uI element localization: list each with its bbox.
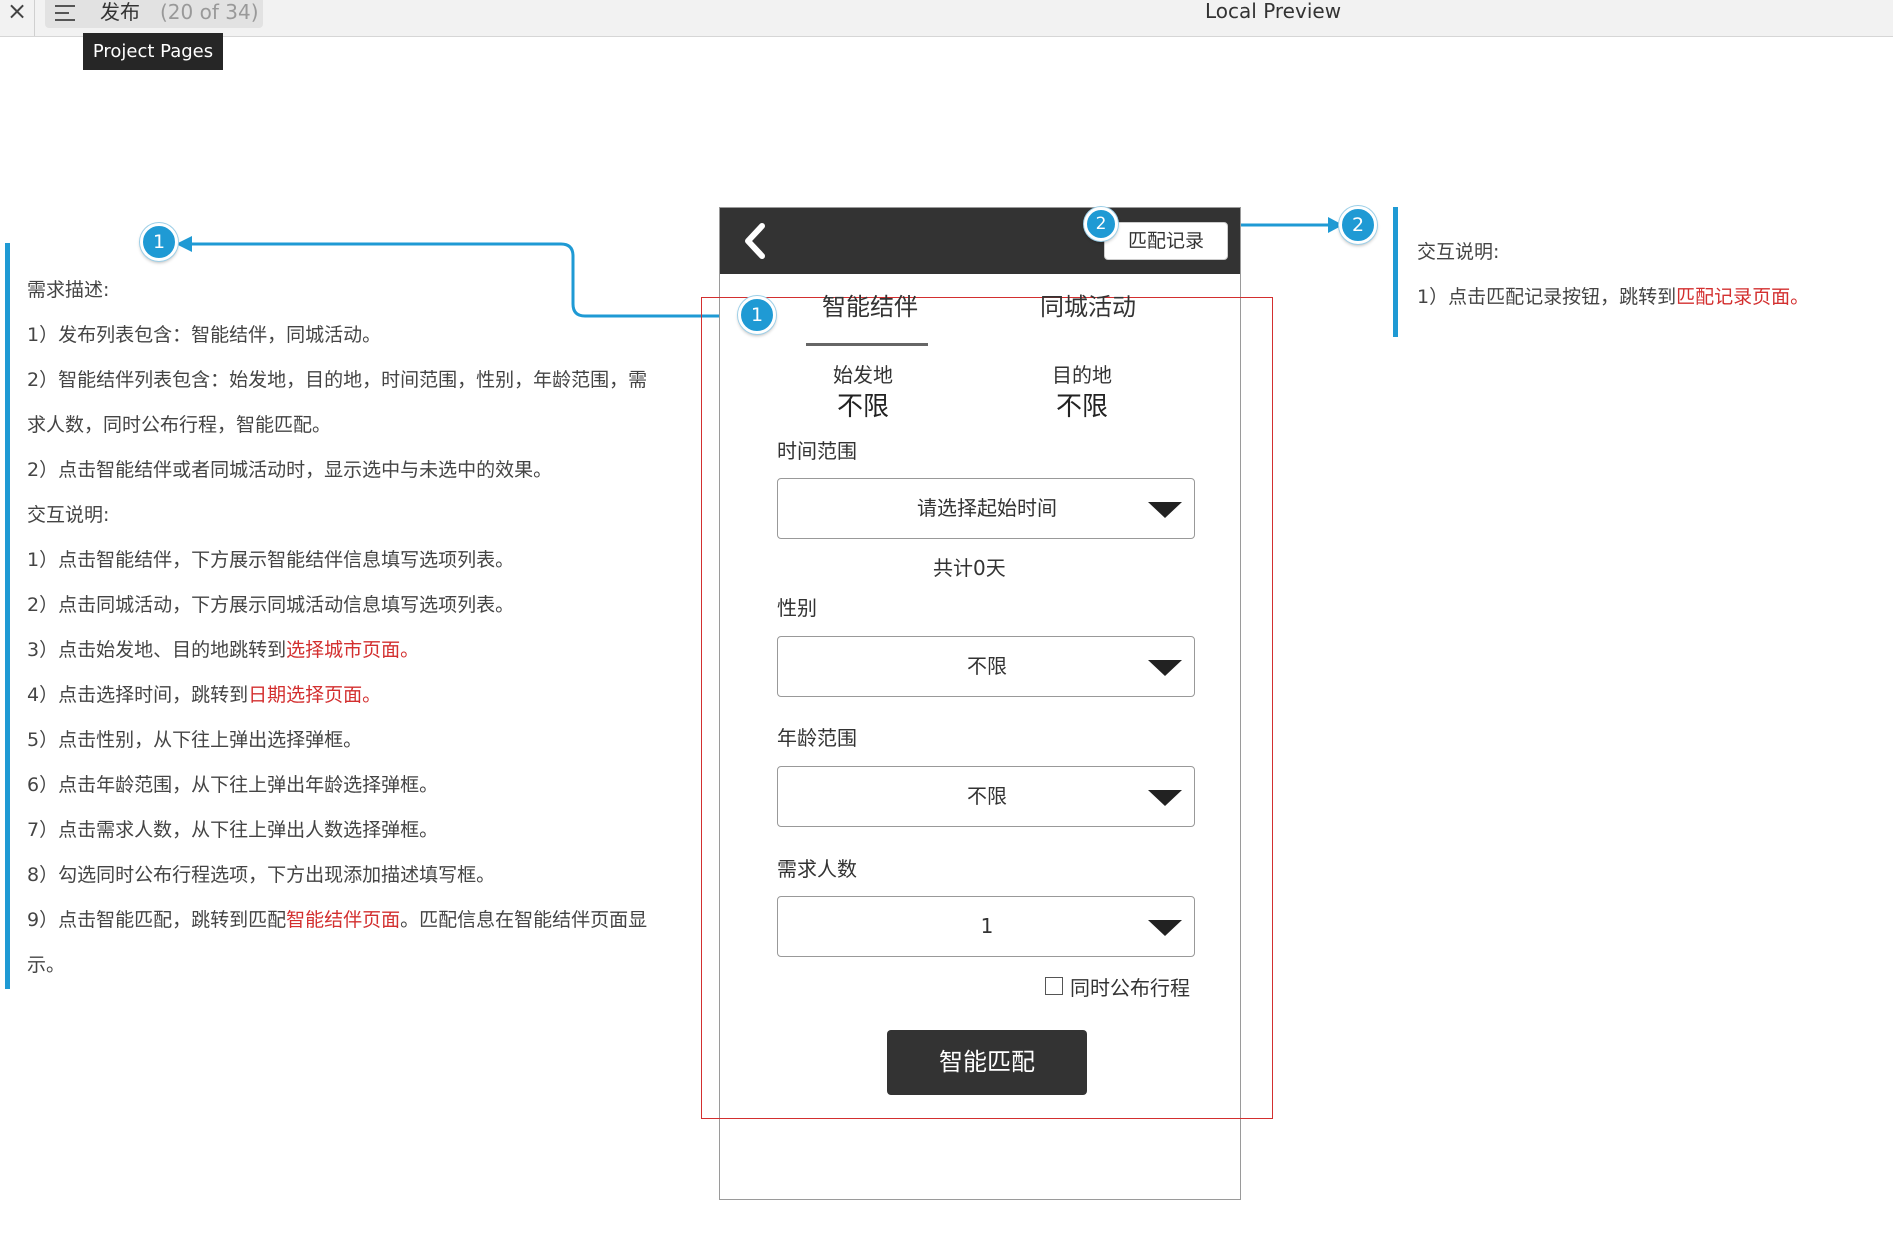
toolbar-divider [34, 0, 35, 36]
left_notes-text: 4）点击选择时间，跳转到 [27, 684, 249, 706]
current-page-name: 发布 [100, 0, 140, 24]
left_notes-text: 2）智能结伴列表包含：始发地，目的地，时间范围，性别，年龄范围，需 [27, 369, 648, 391]
left_notes-line: 7）点击需求人数，从下往上弹出人数选择弹框。 [27, 808, 667, 853]
tab-city-activity[interactable]: 同城活动 [1040, 292, 1136, 322]
left_notes-text: 2）点击智能结伴或者同城活动时，显示选中与未选中的效果。 [27, 459, 553, 481]
project-pages-button[interactable]: 发布 (20 of 34) [45, 0, 263, 28]
gender-label: 性别 [777, 596, 817, 620]
destination-value[interactable]: 不限 [1022, 392, 1142, 422]
left_notes-text: 5）点击性别，从下往上弹出选择弹框。 [27, 729, 363, 751]
tab-smart-companion[interactable]: 智能结伴 [822, 292, 918, 322]
right-notes-accent-bar [1393, 207, 1398, 337]
left_notes-line: 4）点击选择时间，跳转到日期选择页面。 [27, 673, 667, 718]
left_notes-text: 。匹配信息在智能结伴页面显 [400, 909, 648, 931]
total-days-text: 共计0天 [933, 556, 1006, 580]
annotation-marker-2: 2 [1339, 206, 1377, 244]
right_notes-text: 交互说明: [1417, 241, 1500, 263]
dropdown-arrow-icon [1148, 920, 1182, 936]
left_notes-text: 2）点击同城活动，下方展示同城活动信息填写选项列表。 [27, 594, 515, 616]
left_notes-line: 9）点击智能匹配，跳转到匹配智能结伴页面。匹配信息在智能结伴页面显 [27, 898, 667, 943]
left_notes-text: 需求描述: [27, 279, 110, 301]
left_notes-text: 3）点击始发地、目的地跳转到 [27, 639, 287, 661]
left_notes-line: 2）点击智能结伴或者同城活动时，显示选中与未选中的效果。 [27, 448, 667, 493]
left_notes-line: 示。 [27, 943, 667, 988]
left_notes-text: 1）发布列表包含：智能结伴，同城活动。 [27, 324, 382, 346]
left_notes-line: 8）勾选同时公布行程选项，下方出现添加描述填写框。 [27, 853, 667, 898]
left_notes-text: 示。 [27, 954, 66, 976]
left_notes-line: 6）点击年龄范围，从下往上弹出年龄选择弹框。 [27, 763, 667, 808]
interaction-notes: 交互说明: 1）点击匹配记录按钮，跳转到匹配记录页面。 [1417, 230, 1809, 320]
smart-match-button[interactable]: 智能匹配 [887, 1030, 1087, 1095]
destination-label: 目的地 [1052, 363, 1112, 387]
dropdown-arrow-icon [1148, 660, 1182, 676]
left_notes-line: 交互说明: [27, 493, 667, 538]
annotation-marker-1: 1 [140, 223, 178, 261]
people-count-label: 需求人数 [777, 857, 857, 881]
connector-1-arrowhead [176, 236, 192, 252]
close-icon[interactable]: × [4, 0, 30, 26]
page-counter: (20 of 34) [160, 0, 259, 24]
origin-label: 始发地 [833, 363, 893, 387]
left_notes-text: 1）点击智能结伴，下方展示智能结伴信息填写选项列表。 [27, 549, 515, 571]
people-count-value: 1 [980, 914, 994, 938]
dropdown-arrow-icon [1148, 502, 1182, 518]
right_notes-page-link[interactable]: 匹配记录页面。 [1676, 286, 1809, 308]
age-range-label: 年龄范围 [777, 726, 857, 750]
left_notes-line: 1）点击智能结伴，下方展示智能结伴信息填写选项列表。 [27, 538, 667, 583]
publish-itinerary-checkbox[interactable] [1045, 977, 1063, 995]
selected-tab-indicator [806, 343, 928, 346]
dropdown-arrow-icon [1148, 790, 1182, 806]
origin-value[interactable]: 不限 [803, 392, 923, 422]
back-arrow-icon[interactable] [740, 222, 770, 260]
left_notes-line: 2）智能结伴列表包含：始发地，目的地，时间范围，性别，年龄范围，需 [27, 358, 667, 403]
left_notes-text: 求人数，同时公布行程，智能匹配。 [27, 414, 332, 436]
left_notes-text: 6）点击年龄范围，从下往上弹出年龄选择弹框。 [27, 774, 439, 796]
preview-title: Local Preview [1205, 0, 1342, 23]
people-count-select[interactable]: 1 [777, 896, 1195, 957]
match-record-button[interactable]: 匹配记录 [1104, 222, 1228, 260]
age-range-select[interactable]: 不限 [777, 766, 1195, 827]
left_notes-page-link[interactable]: 智能结伴页面 [286, 909, 400, 931]
left_notes-page-link[interactable]: 选择城市页面。 [286, 639, 419, 661]
left_notes-text: 9）点击智能匹配，跳转到匹配 [27, 909, 287, 931]
right_notes-line: 交互说明: [1417, 230, 1809, 275]
right_notes-line: 1）点击匹配记录按钮，跳转到匹配记录页面。 [1417, 275, 1809, 320]
hamburger-menu-icon [55, 3, 79, 23]
time-range-select[interactable]: 请选择起始时间 [777, 478, 1195, 539]
left_notes-text: 8）勾选同时公布行程选项，下方出现添加描述填写框。 [27, 864, 496, 886]
preview-toolbar: × 发布 (20 of 34) Local Preview [0, 0, 1893, 37]
requirement-notes: 需求描述: 1）发布列表包含：智能结伴，同城活动。 2）智能结伴列表包含：始发地，目… [27, 268, 667, 988]
age-range-value: 不限 [967, 784, 1007, 808]
phone-header-bar: 匹配记录 [720, 208, 1240, 274]
left_notes-line: 需求描述: [27, 268, 667, 313]
right_notes-text: 1）点击匹配记录按钮，跳转到 [1417, 286, 1677, 308]
left_notes-line: 1）发布列表包含：智能结伴，同城活动。 [27, 313, 667, 358]
left_notes-line: 5）点击性别，从下往上弹出选择弹框。 [27, 718, 667, 763]
gender-value: 不限 [967, 654, 1007, 678]
time-range-label: 时间范围 [777, 439, 857, 463]
left_notes-page-link[interactable]: 日期选择页面。 [248, 684, 381, 706]
left_notes-text: 交互说明: [27, 504, 110, 526]
annotation-marker-1-source: 1 [738, 296, 776, 334]
left_notes-text: 7）点击需求人数，从下往上弹出人数选择弹框。 [27, 819, 439, 841]
left_notes-line: 2）点击同城活动，下方展示同城活动信息填写选项列表。 [27, 583, 667, 628]
left_notes-line: 3）点击始发地、目的地跳转到选择城市页面。 [27, 628, 667, 673]
annotation-marker-2-source: 2 [1084, 207, 1118, 241]
time-range-value: 请选择起始时间 [917, 496, 1057, 520]
left-notes-accent-bar [5, 243, 10, 989]
publish-itinerary-label: 同时公布行程 [1070, 976, 1190, 1000]
left_notes-line: 求人数，同时公布行程，智能匹配。 [27, 403, 667, 448]
project-pages-tooltip: Project Pages [83, 33, 223, 70]
gender-select[interactable]: 不限 [777, 636, 1195, 697]
